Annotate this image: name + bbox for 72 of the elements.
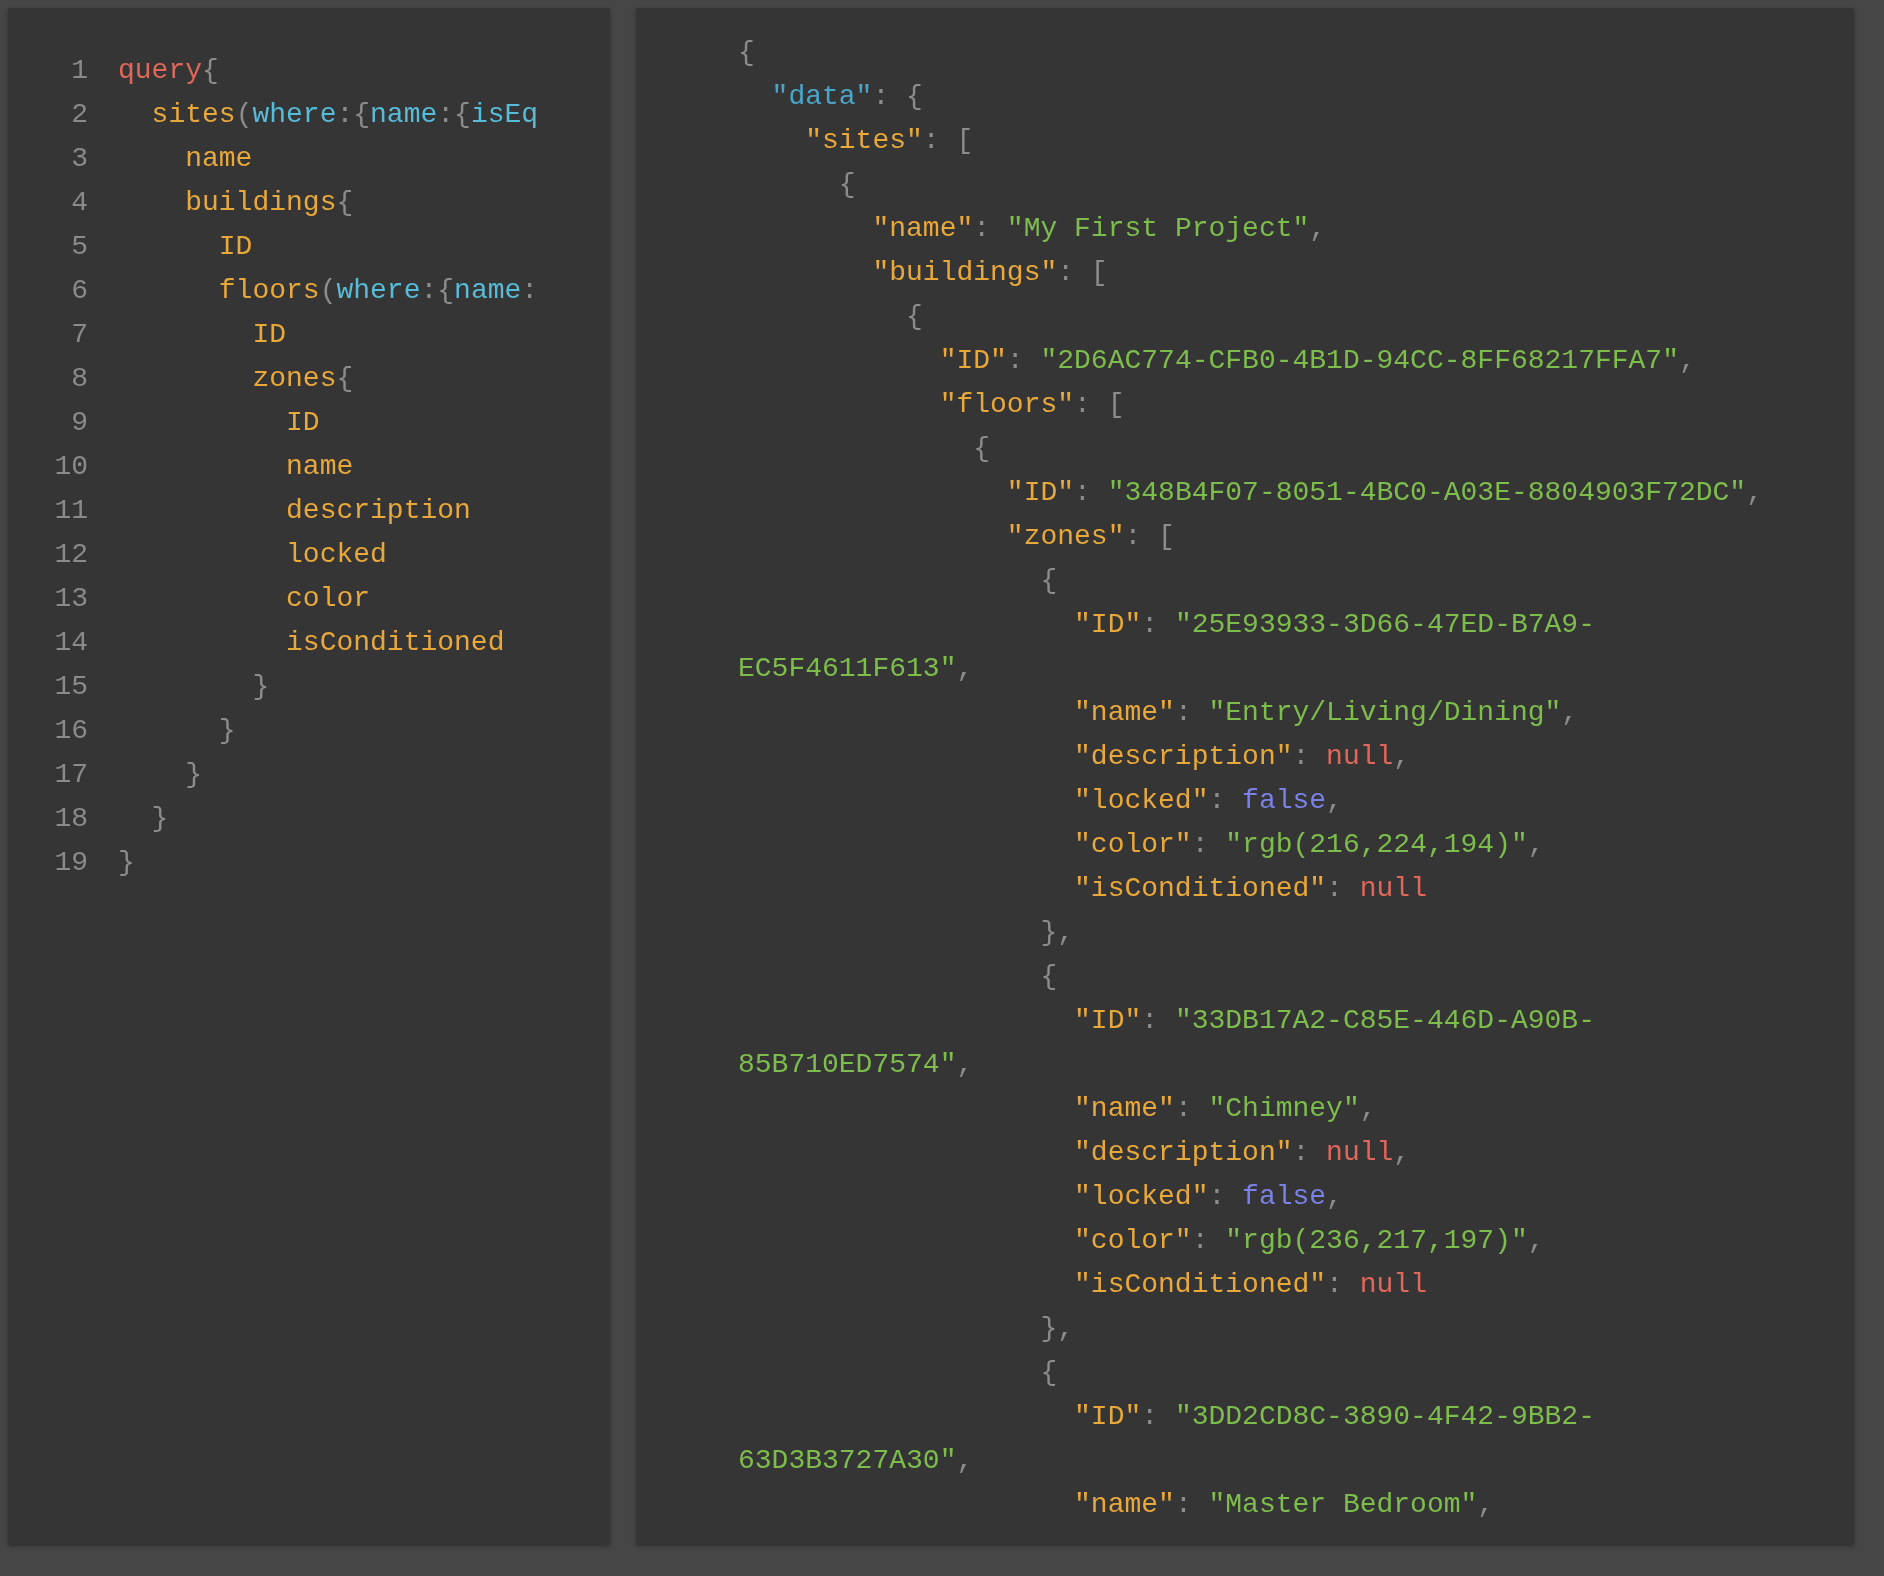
code-line: zones{ [251, 362, 354, 394]
code-line: "name": "My First Project", [871, 212, 1327, 244]
line-number: 3 [70, 142, 88, 174]
code-line: { [972, 432, 991, 464]
code-line: locked [285, 538, 387, 570]
line-number: 15 [53, 670, 88, 702]
code-line: query{ [118, 54, 219, 86]
line-number: 10 [53, 450, 88, 482]
code-line: "color": "rgb(216,224,194)", [1073, 828, 1545, 860]
code-line: "isConditioned": null [1073, 1268, 1427, 1300]
code-line: "ID": "2D6AC774-CFB0-4B1D-94CC-8FF68217FFA7", [938, 344, 1696, 376]
code-line: "ID": "3DD2CD8C-3890-4F42-9BB2- [1073, 1400, 1595, 1432]
line-number: 6 [70, 274, 88, 306]
code-line: description [285, 494, 471, 526]
line-number: 11 [53, 494, 88, 526]
code-line: "ID": "348B4F07-8051-4BC0-A03E-8804903F72DC", [1005, 476, 1763, 508]
code-line: isConditioned [285, 626, 505, 658]
code-line: "sites": [ [804, 124, 974, 156]
code-line: "locked": false, [1073, 1180, 1343, 1212]
code-line: }, [1039, 916, 1075, 948]
code-line: "name": "Chimney", [1073, 1092, 1377, 1124]
code-line: ID [217, 230, 253, 262]
code-line: { [905, 300, 923, 332]
code-line: "data": { [770, 80, 923, 112]
line-number: 12 [53, 538, 88, 570]
code-line: "color": "rgb(236,217,197)", [1073, 1224, 1545, 1256]
code-line: "ID": "33DB17A2-C85E-446D-A90B- [1073, 1004, 1595, 1036]
code-line: { [837, 168, 856, 200]
code-line: name [285, 450, 354, 482]
code-line: } [150, 802, 169, 834]
code-line: { [1039, 564, 1058, 596]
code-line: name [184, 142, 253, 174]
code-line: sites(where:{name:{isEq [150, 98, 539, 130]
code-line: } [184, 758, 202, 790]
code-line: "floors": [ [938, 388, 1125, 420]
line-number: 16 [53, 714, 88, 746]
line-number: 8 [70, 362, 88, 394]
code-line: "isConditioned": null [1073, 872, 1427, 904]
line-number: 5 [70, 230, 88, 262]
code-line: 63D3B3727A30", [738, 1444, 974, 1476]
line-number: 7 [70, 318, 88, 350]
code-line: { [1039, 960, 1058, 992]
code-line: "name": "Entry/Living/Dining", [1073, 696, 1579, 728]
code-line: { [1039, 1356, 1058, 1388]
code-line: color [285, 582, 371, 614]
line-number: 4 [70, 186, 88, 218]
code-line: } [118, 846, 135, 878]
code-line: }, [1039, 1312, 1075, 1344]
line-number: 18 [53, 802, 88, 834]
code-line: "description": null, [1073, 740, 1411, 772]
code-line: ID [251, 318, 287, 350]
line-number: 14 [53, 626, 88, 658]
code-line: "ID": "25E93933-3D66-47ED-B7A9- [1073, 608, 1595, 640]
code-line: "buildings": [ [871, 256, 1108, 288]
code-line: floors(where:{name: [217, 274, 539, 306]
line-number: 13 [53, 582, 88, 614]
line-number: 1 [70, 54, 88, 86]
code-line: { [738, 36, 755, 68]
code-line: "name": "Master Bedroom", [1073, 1488, 1495, 1520]
line-number: 17 [53, 758, 88, 790]
code-line: EC5F4611F613", [738, 652, 974, 684]
code-line: buildings{ [184, 186, 354, 218]
code-line: "zones": [ [1005, 520, 1175, 552]
code-line: ID [285, 406, 320, 438]
code-line: 85B710ED7574", [738, 1048, 974, 1080]
code-line: } [251, 670, 270, 702]
code-line: "locked": false, [1073, 784, 1343, 816]
line-number: 2 [70, 98, 88, 130]
code-line: "description": null, [1073, 1136, 1411, 1168]
line-number: 9 [70, 406, 88, 438]
line-number: 19 [53, 846, 88, 878]
code-line: } [217, 714, 236, 746]
